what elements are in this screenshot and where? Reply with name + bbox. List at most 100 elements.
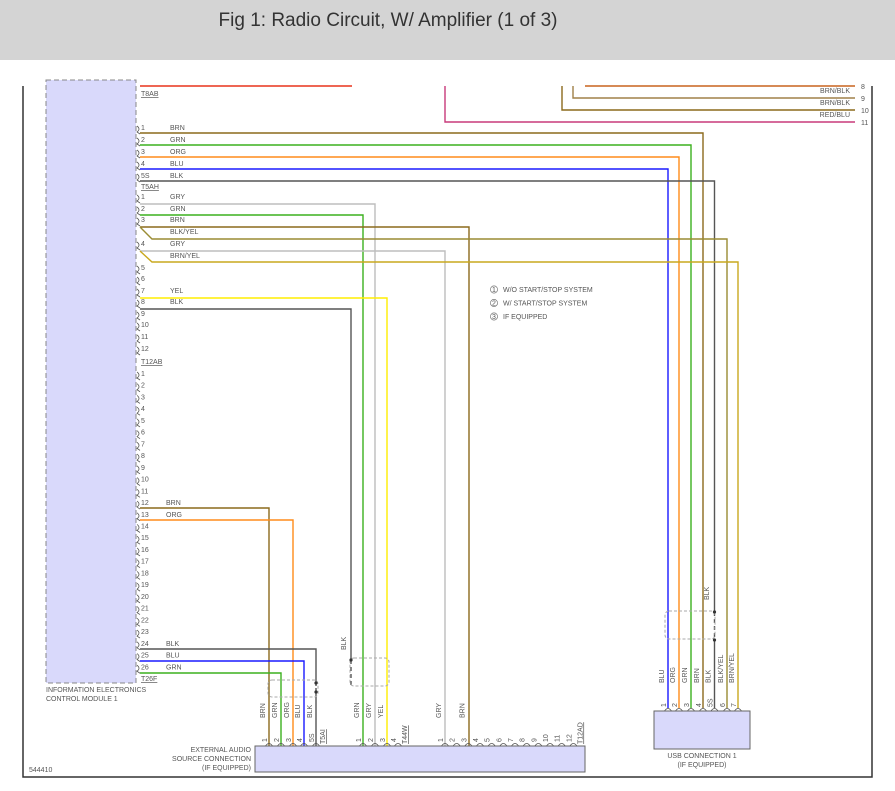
wire-yel: [140, 297, 388, 746]
wire-blk: [140, 308, 352, 660]
module-pin-number: 11: [141, 488, 148, 495]
legend-text: IF EQUIPPED: [503, 314, 547, 321]
connector-pin-number: 5: [485, 738, 492, 742]
module-pin-number: 3: [141, 149, 145, 156]
module-pin-number: 7: [141, 441, 145, 448]
pin-terminal-icon: [136, 334, 141, 344]
module-pin-number: 16: [141, 547, 149, 554]
pin-terminal-icon: [136, 383, 141, 393]
wire-color-label: BRN: [459, 703, 466, 718]
wire-color-label: ORG: [670, 667, 677, 683]
legend-text: W/ START/STOP SYSTEM: [503, 301, 587, 308]
wire-color-label: YEL: [378, 705, 385, 718]
wire-color-label: BLU: [295, 704, 302, 718]
connector-label: T5AI: [320, 729, 327, 744]
wire-brn-yel: [139, 250, 739, 708]
wire-color-label: GRN: [170, 137, 186, 144]
wire-color-label: GRN: [682, 667, 689, 683]
wire-color-label: BRN/BLK: [820, 88, 850, 95]
pin-terminal-icon: [136, 217, 141, 227]
pin-terminal-icon: [136, 265, 141, 275]
module-pin-number: 26: [141, 664, 149, 671]
wire-color-label: BLK/YEL: [718, 654, 725, 683]
module-pin-number: 2: [141, 206, 145, 213]
wire-color-label: BLU: [166, 653, 180, 660]
wire-blu: [140, 168, 669, 708]
connector-pin-number: 1: [661, 703, 668, 707]
splice-dot: [314, 690, 318, 694]
module-pin-number: 24: [141, 641, 149, 648]
connector-pin-number: 7: [731, 703, 738, 707]
module-name-line: CONTROL MODULE 1: [46, 696, 118, 703]
wire-color-label: BLU: [170, 161, 184, 168]
wire-org: [140, 519, 294, 746]
module-pin-number: 5S: [141, 173, 150, 180]
wire-brn: [140, 507, 270, 746]
module-pin-number: 4: [141, 161, 145, 168]
module-pin-number: 1: [141, 194, 145, 201]
wire-color-label: BRN/YEL: [729, 653, 736, 683]
connector-pin-number: 6: [496, 738, 503, 742]
connector-pin-number: 3: [380, 738, 387, 742]
splice-dot: [712, 638, 717, 642]
pin-terminal-icon: [136, 641, 141, 651]
pin-terminal-icon: [136, 500, 141, 510]
pin-terminal-icon: [136, 582, 141, 592]
module-pin-number: 17: [141, 559, 149, 566]
module-pin-number: 4: [141, 406, 145, 413]
wire-color-label: BLK: [166, 641, 180, 648]
module-pin-number: 20: [141, 594, 149, 601]
usb-name-line: USB CONNECTION 1: [667, 753, 736, 760]
wire-color-label: GRY: [366, 703, 373, 718]
connector-pin-number: 1: [356, 738, 363, 742]
legend-text: W/O START/STOP SYSTEM: [503, 287, 593, 294]
connector-pin-number: 2: [672, 703, 679, 707]
connector-pin-number: 8: [520, 738, 527, 742]
wire-color-label: GRY: [436, 703, 443, 718]
pin-terminal-icon: [136, 442, 141, 451]
splice-dot: [314, 681, 318, 685]
module-pin-number: 23: [141, 629, 149, 636]
module-pin-number: 14: [141, 523, 149, 530]
pin-terminal-icon: [136, 206, 141, 216]
wire-brn-blk: [572, 86, 855, 99]
pin-terminal-icon: [136, 149, 141, 159]
pin-terminal-icon: [136, 618, 141, 627]
info-electronics-module-box: [45, 79, 137, 684]
module-pin-number: 8: [141, 299, 145, 306]
connector-pin-number: 6: [720, 703, 727, 707]
connector-pin-number: 4: [391, 738, 398, 742]
module-pin-number: 12: [141, 500, 149, 507]
connector-pin-number: 1: [262, 738, 269, 742]
module-pin-number: 2: [141, 383, 145, 390]
pin-terminal-icon: [136, 418, 141, 428]
pin-terminal-icon: [136, 535, 141, 545]
external-audio-connector-box: [254, 745, 586, 773]
module-pin-number: 13: [141, 512, 149, 519]
module-pin-number: 18: [141, 570, 149, 577]
module-pin-number: 3: [141, 394, 145, 401]
diagram-id: 544410: [29, 767, 52, 774]
usb-name-line: (IF EQUIPPED): [677, 762, 726, 769]
pin-terminal-icon: [136, 241, 141, 251]
wire-color-label: BLK: [706, 669, 713, 683]
connector-pin-number: 11: [861, 120, 868, 127]
usb-connector-box: [653, 710, 751, 750]
wire-color-label: GRY: [170, 194, 185, 201]
module-pin-number: 10: [141, 477, 149, 484]
module-pin-number: 19: [141, 582, 149, 589]
connector-label: T26F: [141, 676, 157, 683]
pin-terminal-icon: [136, 653, 141, 662]
wire-color-label: GRN: [272, 702, 279, 718]
splice-dot: [712, 610, 717, 614]
connector-pin-number: 2: [274, 738, 281, 742]
wire-blu: [140, 660, 305, 746]
external-audio-name-line: SOURCE CONNECTION: [172, 756, 251, 763]
pin-terminal-icon: [136, 173, 141, 183]
connector-pin-number: 12: [566, 734, 573, 742]
module-pin-number: 3: [141, 217, 145, 224]
pin-terminal-icon: [136, 571, 141, 580]
wire-blk-yel: [139, 226, 728, 708]
connector-pin-number: 4: [297, 738, 304, 742]
pin-terminal-icon: [136, 395, 141, 404]
